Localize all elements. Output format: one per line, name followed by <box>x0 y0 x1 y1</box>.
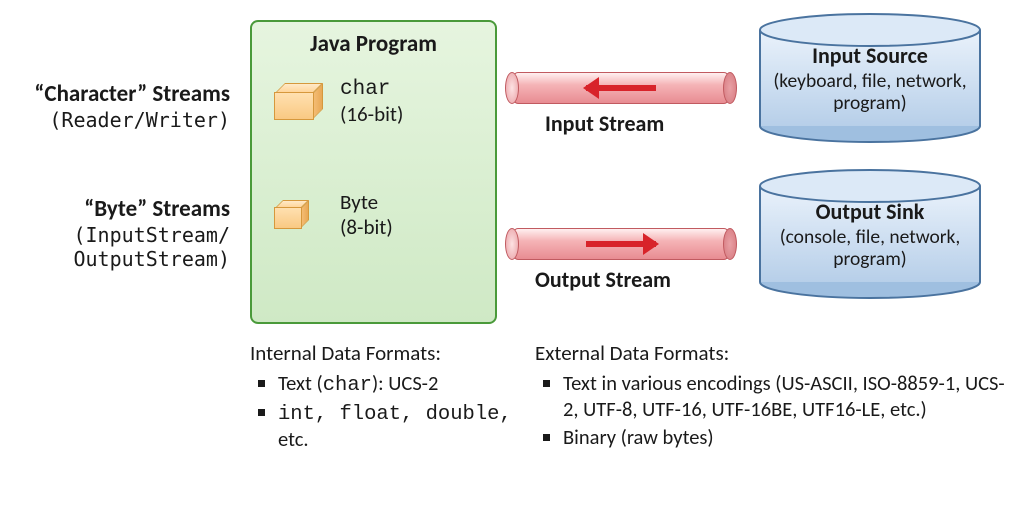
byte-bits: (8-bit) <box>340 214 393 240</box>
output-stream-label: Output Stream <box>535 266 671 293</box>
label-byte-streams: “Byte” Streams (InputStream/ OutputStrea… <box>10 195 230 271</box>
input-stream-pipe <box>510 72 732 104</box>
arrow-left-icon <box>586 85 656 91</box>
internal-list: Text (char): UCS-2 int, float, double, e… <box>250 370 520 452</box>
list-item: Text (char): UCS-2 <box>278 370 520 397</box>
label-character-streams: “Character” Streams (Reader/Writer) <box>10 80 230 132</box>
output-sink-title: Output Sink <box>755 198 985 225</box>
input-source-title: Input Source <box>755 42 985 69</box>
external-list: Text in various encodings (US-ASCII, ISO… <box>535 370 1005 450</box>
internal-header: Internal Data Formats: <box>250 340 520 366</box>
internal-formats: Internal Data Formats: Text (char): UCS-… <box>250 340 520 454</box>
byte-streams-sub1: (InputStream/ <box>10 223 230 247</box>
byte-label: Byte (8-bit) <box>340 190 393 240</box>
output-stream-pipe <box>510 228 732 260</box>
byte-streams-title: “Byte” Streams <box>10 195 230 223</box>
list-item: Binary (raw bytes) <box>563 424 1005 450</box>
internal-item-1: int, float, double, <box>278 403 512 426</box>
output-sink-cylinder: Output Sink (console, file, network, pro… <box>755 168 985 300</box>
input-source-cylinder: Input Source (keyboard, file, network, p… <box>755 12 985 144</box>
internal-item-0: Text (char): UCS-2 <box>278 370 438 396</box>
java-program-box: Java Program <box>250 20 497 324</box>
output-sink-desc: (console, file, network, program) <box>755 226 985 271</box>
byte-cube-icon <box>274 207 302 229</box>
input-stream-label: Input Stream <box>545 110 664 137</box>
char-streams-title: “Character” Streams <box>10 80 230 108</box>
external-formats: External Data Formats: Text in various e… <box>535 340 1005 452</box>
byte-name: Byte <box>340 189 378 215</box>
char-bits: (16-bit) <box>340 101 403 127</box>
external-header: External Data Formats: <box>535 340 1005 366</box>
char-label: char (16-bit) <box>340 75 403 127</box>
char-cube-icon <box>274 92 314 120</box>
char-streams-sub: (Reader/Writer) <box>10 108 230 132</box>
java-program-title: Java Program <box>252 30 495 58</box>
arrow-right-icon <box>586 241 656 247</box>
char-name: char <box>340 78 390 101</box>
byte-streams-sub2: OutputStream) <box>10 247 230 271</box>
list-item: Text in various encodings (US-ASCII, ISO… <box>563 370 1005 422</box>
input-source-desc: (keyboard, file, network, program) <box>755 70 985 115</box>
list-item: int, float, double, etc. <box>278 399 520 452</box>
